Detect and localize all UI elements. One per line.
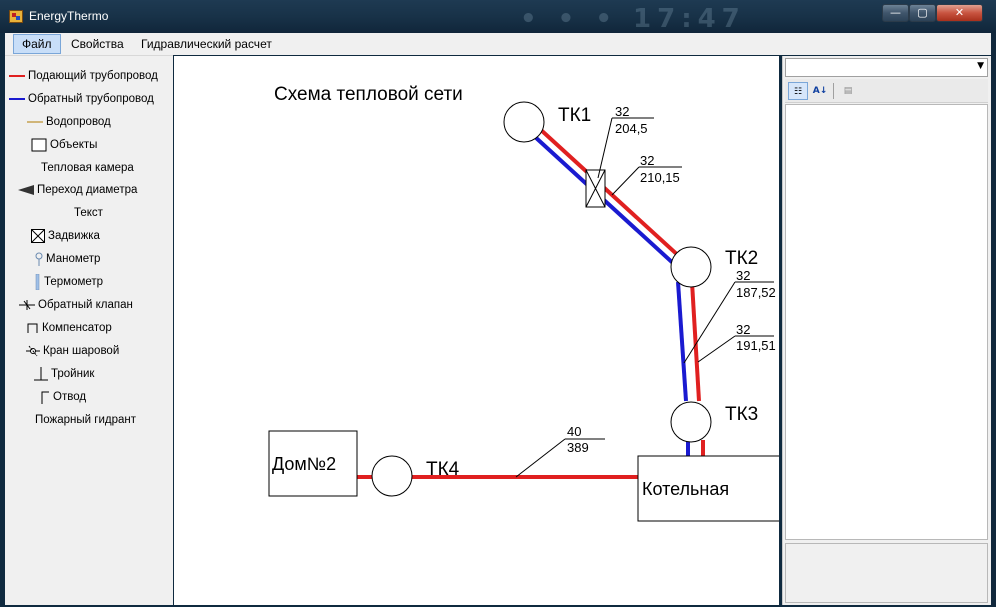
seg5-length: 389 <box>567 440 589 455</box>
maximize-button[interactable]: ▢ <box>909 4 936 22</box>
menu-properties[interactable]: Свойства <box>63 34 132 54</box>
supply-pipe-icon <box>9 74 25 77</box>
tool-label: Задвижка <box>48 230 100 242</box>
property-grid[interactable] <box>785 104 988 540</box>
chamber-tk1[interactable] <box>503 101 545 143</box>
tool-label: Манометр <box>46 253 101 265</box>
tool-label: Термометр <box>44 276 104 288</box>
tool-thermometer[interactable]: Термометр <box>35 272 103 292</box>
tool-elbow[interactable]: Отвод <box>40 387 86 407</box>
chevron-down-icon[interactable]: ▼ <box>977 61 984 71</box>
tool-label: Тройник <box>51 368 95 380</box>
tool-ball-valve[interactable]: Кран шаровой <box>26 341 119 361</box>
tk2-label: ТК2 <box>725 248 758 269</box>
seg5-diameter: 40 <box>567 424 581 439</box>
elbow-icon <box>41 391 49 404</box>
seg3-length: 187,52 <box>736 285 776 300</box>
tee-icon <box>34 366 48 381</box>
return-pipe-icon <box>9 97 25 100</box>
seg2-diameter: 32 <box>640 153 654 168</box>
categorized-icon[interactable]: ☷ <box>788 82 808 100</box>
title-bar[interactable]: EnergyThermo • • • 17:47 — ▢ ✕ <box>0 0 996 34</box>
reducer-icon <box>18 184 34 195</box>
menu-file[interactable]: Файл <box>13 34 61 54</box>
tool-objects[interactable]: Объекты <box>31 135 97 155</box>
tool-heat-chamber[interactable]: Тепловая камера <box>41 158 134 178</box>
check-valve-icon <box>19 299 35 310</box>
window-border <box>991 33 996 607</box>
heat-network-scheme[interactable]: Схема тепловой сети ТК1 ТК2 ТК3 ТК4 Дом№… <box>174 56 779 605</box>
app-icon <box>9 10 23 23</box>
tool-manometer[interactable]: Манометр <box>35 249 100 269</box>
seg1-length: 204,5 <box>615 121 648 136</box>
object-rect-icon <box>31 138 47 152</box>
seg1-diameter: 32 <box>615 104 629 119</box>
chamber-tk2[interactable] <box>670 246 712 288</box>
toolbar-separator <box>833 83 834 99</box>
seg2-length: 210,15 <box>640 170 680 185</box>
seg4-length: 191,51 <box>736 338 776 353</box>
close-button[interactable]: ✕ <box>936 4 983 22</box>
tool-supply-pipe[interactable]: Подающий трубопровод <box>9 66 158 86</box>
tool-label: Компенсатор <box>42 322 112 334</box>
object-selector-combo[interactable]: ▼ <box>785 58 988 77</box>
tool-label: Обратный трубопровод <box>28 93 154 105</box>
tool-check-valve[interactable]: Обратный клапан <box>19 295 133 315</box>
properties-panel: ▼ ☷ A↓ ▤ <box>782 56 991 605</box>
toolbox-panel: Подающий трубопровод Обратный трубопрово… <box>5 55 173 605</box>
scheme-title: Схема тепловой сети <box>274 84 463 105</box>
tk1-label: ТК1 <box>558 105 591 126</box>
tool-label: Водопровод <box>46 116 111 128</box>
chamber-tk4[interactable] <box>371 455 413 497</box>
tool-fire-hydrant[interactable]: Пожарный гидрант <box>35 410 136 430</box>
tool-text[interactable]: Текст <box>74 203 103 223</box>
tool-gate-valve[interactable]: Задвижка <box>31 226 100 246</box>
pipe-label-seg2[interactable]: 32 210,15 <box>611 153 682 196</box>
property-description <box>785 543 988 603</box>
supply-pipe-tk1-tk2[interactable] <box>539 128 683 260</box>
house-label: Дом№2 <box>272 454 336 474</box>
gate-valve-icon[interactable] <box>585 169 606 208</box>
seg4-diameter: 32 <box>736 322 750 337</box>
alphabetical-sort-icon[interactable]: A↓ <box>810 82 830 100</box>
scheme-canvas[interactable]: Схема тепловой сети ТК1 ТК2 ТК3 ТК4 Дом№… <box>174 56 779 605</box>
tool-label: Подающий трубопровод <box>28 70 158 82</box>
return-pipe-tk2-tk3[interactable] <box>676 281 688 402</box>
gate-valve-icon <box>31 228 45 243</box>
boiler-label: Котельная <box>642 479 729 499</box>
pipe-label-seg5[interactable]: 40 389 <box>515 424 605 478</box>
app-window: EnergyThermo • • • 17:47 — ▢ ✕ Файл Свой… <box>0 0 996 607</box>
tool-water-pipe[interactable]: Водопровод <box>27 112 111 132</box>
pipe-label-seg4[interactable]: 32 191,51 <box>697 322 776 363</box>
window-title: EnergyThermo <box>29 9 109 23</box>
manometer-icon <box>35 252 43 266</box>
tk3-label: ТК3 <box>725 404 758 425</box>
tool-reducer[interactable]: Переход диаметра <box>18 180 137 200</box>
tool-label: Переход диаметра <box>37 184 138 196</box>
background-deco: • • • 17:47 <box>520 4 746 34</box>
tool-label: Тепловая камера <box>41 162 134 174</box>
menu-bar: Файл Свойства Гидравлический расчет <box>5 33 991 55</box>
tool-label: Объекты <box>50 139 98 151</box>
water-pipe-icon <box>27 121 43 123</box>
tool-label: Текст <box>74 207 103 219</box>
tool-tee[interactable]: Тройник <box>34 364 94 384</box>
tool-label: Отвод <box>53 391 87 403</box>
compensator-icon <box>27 323 38 333</box>
tool-return-pipe[interactable]: Обратный трубопровод <box>9 89 154 109</box>
minimize-button[interactable]: — <box>882 4 909 22</box>
property-pages-icon[interactable]: ▤ <box>838 82 858 100</box>
menu-hydraulic-calc[interactable]: Гидравлический расчет <box>133 34 280 54</box>
chamber-tk3[interactable] <box>670 401 712 443</box>
tool-label: Пожарный гидрант <box>35 414 136 426</box>
property-toolbar: ☷ A↓ ▤ <box>785 79 988 103</box>
tool-label: Кран шаровой <box>43 345 120 357</box>
tool-label: Обратный клапан <box>38 299 133 311</box>
seg3-diameter: 32 <box>736 268 750 283</box>
thermometer-icon <box>35 273 40 290</box>
tk4-label: ТК4 <box>426 459 460 480</box>
tool-compensator[interactable]: Компенсатор <box>27 318 112 338</box>
ball-valve-icon <box>26 345 40 357</box>
